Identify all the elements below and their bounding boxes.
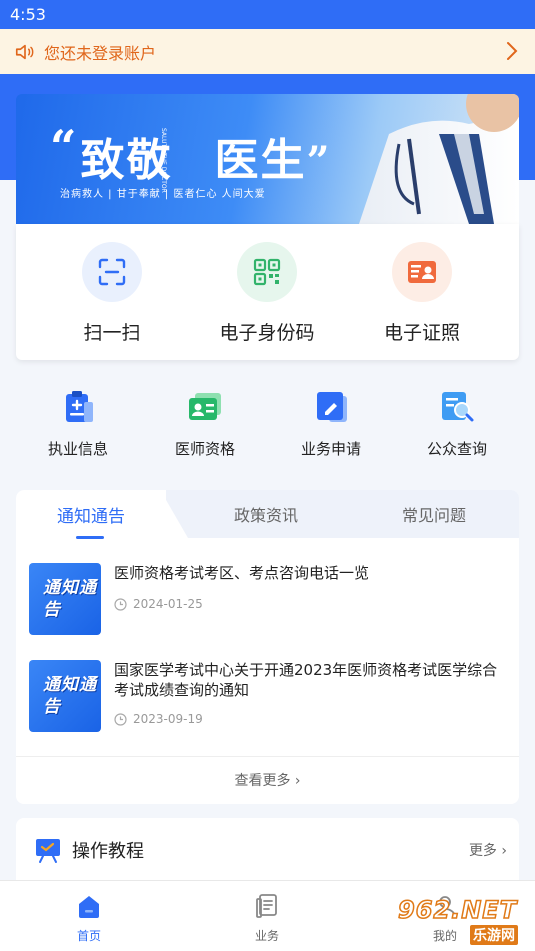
clock-icon	[114, 597, 127, 611]
public-search-button[interactable]: 公众查询	[397, 388, 517, 459]
services-grid: 执业信息 医师资格 业务申请 公众查询	[0, 388, 535, 468]
certificate-icon	[392, 242, 452, 302]
application-button[interactable]: 业务申请	[271, 388, 391, 459]
scan-label: 扫一扫	[83, 322, 141, 344]
certificate-button[interactable]: 电子证照	[347, 242, 497, 345]
tab-notices[interactable]: 通知通告	[16, 490, 166, 538]
news-card: 通知通告 政策资讯 常见问题 通知通告 医师资格考试考区、考点咨询电话一览 20…	[16, 490, 519, 804]
certificate-label: 电子证照	[383, 322, 460, 344]
divider	[16, 756, 519, 757]
banner-salute-text: SALUTE THE DOCTOR	[160, 128, 167, 193]
public-search-icon	[442, 392, 474, 422]
qr-code-button[interactable]: 电子身份码	[192, 242, 342, 345]
application-label: 业务申请	[300, 440, 361, 458]
doctor-illustration	[359, 94, 519, 224]
news-item[interactable]: 通知通告 医师资格考试考区、考点咨询电话一览 2024-01-25	[16, 563, 519, 653]
tab-policy[interactable]: 政策资讯	[191, 490, 341, 538]
nav-home[interactable]: 首页	[44, 893, 134, 944]
banner-subtitle: 治病救人 | 甘于奉献 | 医者仁心 人间大爱	[60, 189, 266, 200]
practice-info-button[interactable]: 执业信息	[18, 388, 138, 459]
news-thumbnail: 通知通告	[29, 563, 101, 635]
quick-actions-card: 扫一扫 电子身份码 电子证照	[16, 224, 519, 360]
login-notice-text: 您还未登录账户	[44, 43, 157, 63]
qualification-button[interactable]: 医师资格	[145, 388, 265, 459]
chevron-right-icon	[507, 42, 518, 60]
qr-code-icon	[237, 242, 297, 302]
home-icon	[79, 896, 99, 918]
news-date: 2024-01-25	[114, 597, 203, 611]
scan-icon	[82, 242, 142, 302]
nav-business[interactable]: 业务	[222, 893, 312, 944]
status-time: 4:53	[10, 5, 46, 24]
see-more-link[interactable]: 查看更多 ›	[16, 770, 519, 790]
speaker-icon	[15, 44, 34, 59]
application-icon	[317, 392, 347, 422]
clock-icon	[114, 712, 127, 726]
tutorial-title: 操作教程	[72, 841, 144, 862]
nav-business-label: 业务	[254, 929, 279, 943]
news-tabs: 通知通告 政策资讯 常见问题	[16, 490, 519, 539]
news-thumbnail: 通知通告	[29, 660, 101, 732]
scan-button[interactable]: 扫一扫	[37, 242, 187, 345]
tutorial-more-link[interactable]: 更多 ›	[469, 840, 507, 860]
watermark-main-text: 962.NET	[397, 895, 518, 925]
news-title: 国家医学考试中心关于开通2023年医师资格考试医学综合考试成绩查询的通知	[114, 661, 498, 699]
qualification-label: 医师资格	[174, 440, 235, 458]
nav-home-label: 首页	[76, 929, 101, 943]
banner-headline: “致敬 医生”	[50, 120, 332, 186]
news-item[interactable]: 通知通告 国家医学考试中心关于开通2023年医师资格考试医学综合考试成绩查询的通…	[16, 660, 519, 750]
practice-info-icon	[66, 391, 93, 422]
status-bar: 4:53	[0, 0, 535, 29]
qualification-icon	[189, 393, 221, 420]
login-notice-bar[interactable]: 您还未登录账户	[0, 29, 535, 74]
business-icon	[256, 894, 277, 918]
watermark-logo: 962.NET 乐游网	[397, 895, 530, 946]
news-date: 2023-09-19	[114, 712, 203, 726]
tutorial-icon	[36, 839, 60, 863]
tab-faq[interactable]: 常见问题	[359, 490, 509, 538]
active-tab-indicator	[76, 536, 104, 539]
watermark-sub-text: 乐游网	[470, 925, 518, 945]
public-search-label: 公众查询	[426, 440, 487, 458]
news-title: 医师资格考试考区、考点咨询电话一览	[114, 564, 370, 582]
practice-info-label: 执业信息	[47, 440, 108, 458]
tutorial-section: 操作教程 更多 ›	[16, 818, 519, 888]
qr-code-label: 电子身份码	[219, 322, 315, 344]
banner[interactable]: “致敬 医生” SALUTE THE DOCTOR 治病救人 | 甘于奉献 | 医…	[16, 94, 519, 224]
